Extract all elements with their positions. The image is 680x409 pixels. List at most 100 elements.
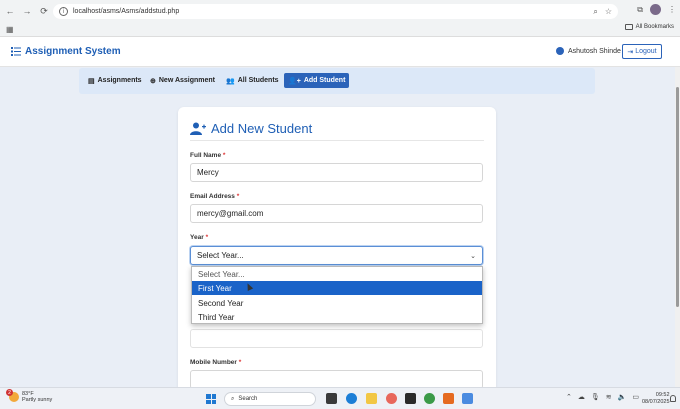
nav-assignments[interactable]: ▤ Assignments	[84, 73, 146, 88]
required-mark: *	[238, 359, 242, 366]
list-icon	[11, 47, 21, 56]
apps-grid-icon[interactable]: ▦	[6, 25, 14, 34]
nav-label: Assignments	[97, 77, 142, 84]
year-selected-value: Select Year...	[197, 251, 244, 260]
full-name-field[interactable]: Mercy	[190, 163, 483, 182]
label-text: Year	[190, 234, 204, 241]
chevron-down-icon: ⌄	[470, 253, 476, 260]
all-bookmarks-label: All Bookmarks	[635, 24, 674, 30]
year-option[interactable]: Third Year	[192, 310, 482, 324]
clock[interactable]: 09:52 08/07/2025	[642, 392, 670, 406]
email-label: Email Address *	[190, 193, 239, 200]
battery-icon[interactable]: ▭	[632, 393, 639, 401]
user-menu[interactable]: Ashutosh Shinde	[556, 47, 621, 55]
brand-title: Assignment System	[25, 46, 121, 57]
email-field[interactable]: mercy@gmail.com	[190, 204, 483, 223]
weather-desc: Partly sunny	[22, 397, 53, 403]
notification-badge: 2	[6, 389, 13, 396]
browser-toolbar: ← → ⟳ i localhost/asms/Asms/addstud.php …	[0, 0, 680, 22]
taskbar-search[interactable]: ⌕ Search	[224, 392, 316, 406]
edge-icon[interactable]	[346, 393, 357, 404]
zoom-icon[interactable]: ⌕	[593, 7, 597, 17]
year-label: Year *	[190, 234, 208, 241]
cloud-icon[interactable]: ☁	[578, 393, 585, 401]
label-text: Mobile Number	[190, 359, 237, 366]
weather-widget[interactable]: 2 83°F Partly sunny	[6, 389, 52, 403]
all-bookmarks-button[interactable]: All Bookmarks	[624, 24, 674, 30]
required-mark: *	[205, 234, 209, 241]
speaker-icon[interactable]: 🔈	[618, 393, 627, 401]
nav-new-assignment[interactable]: ⊕ New Assignment	[146, 73, 219, 88]
full-name-value: Mercy	[197, 168, 219, 177]
weather-text: 83°F Partly sunny	[22, 391, 52, 403]
bookmarks-bar: ▦ All Bookmarks	[0, 22, 680, 37]
nav-label: All Students	[237, 77, 279, 84]
search-placeholder: Search	[238, 396, 258, 402]
label-text: Email Address	[190, 193, 235, 200]
add-student-card: Add New Student Full Name * Mercy Email …	[178, 107, 496, 397]
full-name-label: Full Name *	[190, 152, 225, 159]
page-title: Add New Student	[190, 121, 312, 136]
reload-icon[interactable]: ⟳	[37, 4, 51, 18]
user-plus-icon: 👤+	[288, 77, 301, 85]
clipboard-icon: ▤	[88, 77, 95, 85]
folder-icon	[624, 24, 633, 30]
taskbar: 2 83°F Partly sunny ⌕ Search ⌃ ☁ 🎙 ≋ 🔈 ▭…	[0, 387, 680, 409]
email-value: mercy@gmail.com	[197, 209, 264, 218]
page-scrollbar[interactable]	[675, 67, 680, 387]
site-info-icon[interactable]: i	[59, 7, 68, 16]
label-text: Full Name	[190, 152, 222, 159]
notification-bell-icon[interactable]	[670, 395, 676, 402]
mobile-label: Mobile Number *	[190, 359, 241, 366]
clock-time: 09:52	[655, 392, 670, 398]
chrome-icon[interactable]	[424, 393, 435, 404]
hidden-field[interactable]	[190, 329, 483, 348]
nav-label: Add Student	[303, 77, 346, 84]
windows-start-icon[interactable]	[206, 394, 216, 404]
address-bar[interactable]: i localhost/asms/Asms/addstud.php ⌕ ☆	[53, 4, 618, 19]
forward-icon[interactable]: →	[20, 4, 34, 18]
url-text: localhost/asms/Asms/addstud.php	[73, 8, 180, 15]
user-icon	[556, 47, 564, 55]
microphone-icon[interactable]: 🎙	[591, 393, 600, 401]
logout-label: Logout	[635, 48, 657, 55]
nav-label: New Assignment	[158, 77, 216, 84]
logout-icon: ⇥	[627, 48, 634, 56]
profile-avatar[interactable]	[650, 4, 661, 15]
brand[interactable]: Assignment System	[11, 46, 121, 57]
app-header: Assignment System Ashutosh Shinde ⇥ Logo…	[0, 37, 680, 67]
vscode-icon[interactable]	[462, 393, 473, 404]
chevron-up-icon[interactable]: ⌃	[566, 393, 572, 401]
year-option[interactable]: Second Year	[192, 296, 482, 310]
year-dropdown-list: Select Year... First Year Second Year Th…	[191, 266, 483, 324]
year-option-highlighted[interactable]: First Year	[192, 281, 482, 295]
task-view-icon[interactable]	[326, 393, 337, 404]
logout-button[interactable]: ⇥ Logout	[622, 44, 662, 59]
plus-circle-icon: ⊕	[150, 77, 156, 85]
back-icon[interactable]: ←	[3, 4, 17, 18]
menu-dots-icon[interactable]: ⋮	[668, 5, 676, 14]
year-select[interactable]: Select Year... ⌄	[190, 246, 483, 265]
divider	[190, 140, 484, 141]
main-nav: ▤ Assignments ⊕ New Assignment 👥 All Stu…	[79, 68, 595, 94]
file-explorer-icon[interactable]	[366, 393, 377, 404]
clock-date: 08/07/2025	[642, 399, 670, 405]
nav-all-students[interactable]: 👥 All Students	[222, 73, 283, 88]
scroll-thumb[interactable]	[676, 87, 679, 307]
search-icon: ⌕	[231, 395, 235, 402]
required-mark: *	[236, 193, 240, 200]
extensions-icon[interactable]: ⧉	[637, 5, 643, 15]
nav-add-student[interactable]: 👤+ Add Student	[284, 73, 350, 88]
page-title-text: Add New Student	[211, 121, 313, 136]
system-tray: ⌃ ☁ 🎙 ≋ 🔈 ▭	[566, 393, 639, 401]
sun-icon: 2	[6, 389, 19, 402]
required-mark: *	[222, 152, 226, 159]
wifi-icon[interactable]: ≋	[606, 393, 612, 401]
users-icon: 👥	[226, 77, 235, 85]
user-plus-icon	[190, 122, 206, 135]
xampp-icon[interactable]	[443, 393, 454, 404]
bookmark-star-icon[interactable]: ☆	[605, 7, 612, 16]
year-option[interactable]: Select Year...	[192, 267, 482, 281]
store-icon[interactable]	[405, 393, 416, 404]
copilot-icon[interactable]	[386, 393, 397, 404]
